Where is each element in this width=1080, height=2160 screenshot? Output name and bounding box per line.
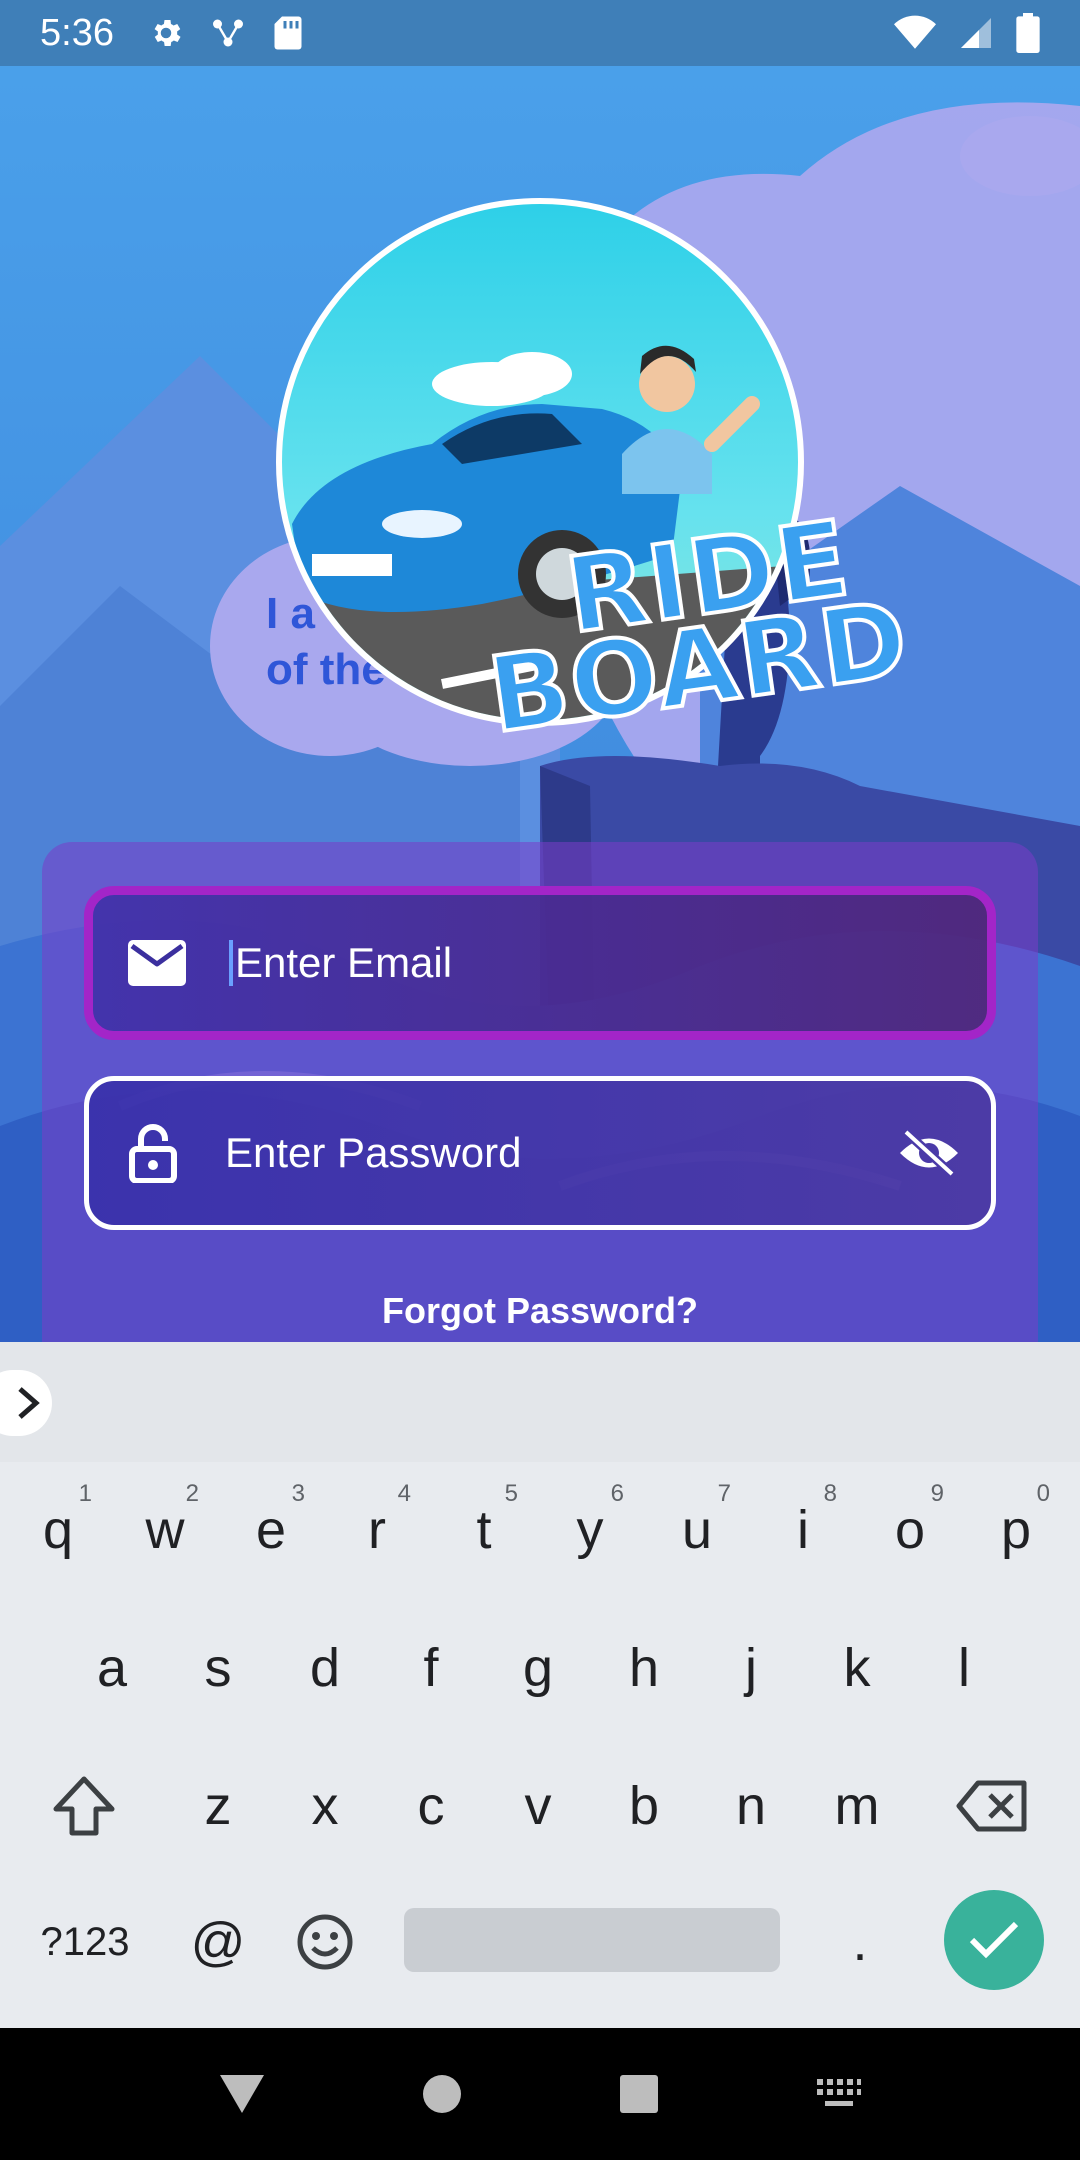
key-hint: 9: [930, 1480, 944, 1507]
key-hint: 8: [823, 1480, 837, 1507]
status-bar: 5:36: [0, 0, 1080, 66]
key-label: p: [1000, 1500, 1032, 1560]
key-h[interactable]: h: [594, 1608, 694, 1728]
email-placeholder: Enter Email: [235, 939, 453, 986]
key-label: u: [681, 1500, 713, 1560]
key-hint: 7: [717, 1480, 731, 1507]
lock-icon: [123, 1123, 183, 1183]
emoji-key[interactable]: [275, 1882, 375, 2002]
key-c[interactable]: c: [381, 1746, 481, 1866]
key-u[interactable]: u7: [647, 1470, 747, 1590]
key-t[interactable]: t5: [434, 1470, 534, 1590]
key-label: y: [576, 1500, 604, 1560]
home-icon[interactable]: [421, 2073, 463, 2115]
password-placeholder: Enter Password: [225, 1129, 522, 1176]
key-b[interactable]: b: [594, 1746, 694, 1866]
key-label: i: [797, 1500, 809, 1560]
email-input[interactable]: Enter Email: [229, 939, 452, 987]
gear-icon: [154, 19, 181, 47]
visibility-off-icon[interactable]: [897, 1121, 961, 1185]
status-time: 5:36: [40, 11, 114, 54]
key-f[interactable]: f: [381, 1608, 481, 1728]
status-left-icons: [148, 15, 304, 51]
status-right-icons: [894, 13, 1040, 53]
key-label: w: [145, 1500, 185, 1560]
key-x[interactable]: x: [275, 1746, 375, 1866]
key-s[interactable]: s: [168, 1608, 268, 1728]
back-icon[interactable]: [218, 2073, 266, 2115]
key-g[interactable]: g: [488, 1608, 588, 1728]
navigation-bar: [0, 2028, 1080, 2160]
keyboard-row-2: a s d f g h j k l: [0, 1608, 1080, 1738]
recents-icon[interactable]: [618, 2073, 660, 2115]
key-hint: 4: [397, 1480, 411, 1507]
key-w[interactable]: w2: [115, 1470, 215, 1590]
wifi-icon: [894, 15, 936, 49]
symbols-key[interactable]: ?123: [20, 1882, 150, 2002]
keyboard-switch-icon[interactable]: [815, 2077, 863, 2111]
key-e[interactable]: e3: [221, 1470, 321, 1590]
backspace-icon: [956, 1780, 1027, 1832]
envelope-icon: [127, 933, 187, 993]
password-field[interactable]: Enter Password: [84, 1076, 996, 1230]
key-y[interactable]: y6: [540, 1470, 640, 1590]
battery-icon: [1016, 13, 1040, 53]
key-m[interactable]: m: [807, 1746, 907, 1866]
keyboard-row-1: q1 w2 e3 r4 t5 y6 u7 i8 o9 p0: [0, 1470, 1080, 1600]
nodes-icon: [212, 19, 243, 47]
key-z[interactable]: z: [168, 1746, 268, 1866]
at-key[interactable]: @: [168, 1882, 268, 2002]
key-d[interactable]: d: [275, 1608, 375, 1728]
done-key[interactable]: [944, 1890, 1044, 1990]
key-label: e: [255, 1500, 287, 1560]
key-l[interactable]: l: [914, 1608, 1014, 1728]
key-q[interactable]: q1: [8, 1470, 108, 1590]
shift-key[interactable]: [34, 1746, 134, 1866]
key-i[interactable]: i8: [753, 1470, 853, 1590]
key-hint: 2: [185, 1480, 199, 1507]
key-o[interactable]: o9: [860, 1470, 960, 1590]
key-hint: 0: [1036, 1480, 1050, 1507]
keyboard-row-3: z x c v b n m: [0, 1746, 1080, 1876]
key-hint: 3: [291, 1480, 305, 1507]
emoji-icon: [297, 1914, 353, 1970]
sd-card-icon: [274, 16, 302, 50]
key-n[interactable]: n: [701, 1746, 801, 1866]
key-label: q: [42, 1500, 74, 1560]
key-p[interactable]: p0: [966, 1470, 1066, 1590]
text-cursor: [229, 940, 233, 986]
key-label: o: [894, 1500, 926, 1560]
signal-icon: [961, 18, 991, 48]
email-field[interactable]: Enter Email: [84, 886, 996, 1040]
chevron-right-icon[interactable]: [0, 1370, 52, 1436]
key-a[interactable]: a: [62, 1608, 162, 1728]
backspace-key[interactable]: [942, 1746, 1042, 1866]
space-key[interactable]: [404, 1908, 780, 1972]
keyboard-toolbar: [0, 1342, 1080, 1462]
key-k[interactable]: k: [807, 1608, 907, 1728]
key-j[interactable]: j: [701, 1608, 801, 1728]
key-hint: 1: [78, 1480, 92, 1507]
period-key[interactable]: .: [810, 1882, 910, 2002]
shift-icon: [53, 1776, 115, 1836]
key-r[interactable]: r4: [327, 1470, 427, 1590]
check-icon: [969, 1921, 1019, 1959]
forgot-password-link[interactable]: Forgot Password?: [0, 1290, 1080, 1332]
password-input[interactable]: Enter Password: [225, 1129, 521, 1177]
key-hint: 5: [504, 1480, 518, 1507]
key-label: t: [476, 1500, 492, 1560]
soft-keyboard: q1 w2 e3 r4 t5 y6 u7 i8 o9 p0 a s d f g …: [0, 1342, 1080, 2028]
key-v[interactable]: v: [488, 1746, 588, 1866]
key-label: r: [368, 1500, 386, 1560]
key-hint: 6: [610, 1480, 624, 1507]
keyboard-row-4: ?123 @ .: [0, 1882, 1080, 2012]
